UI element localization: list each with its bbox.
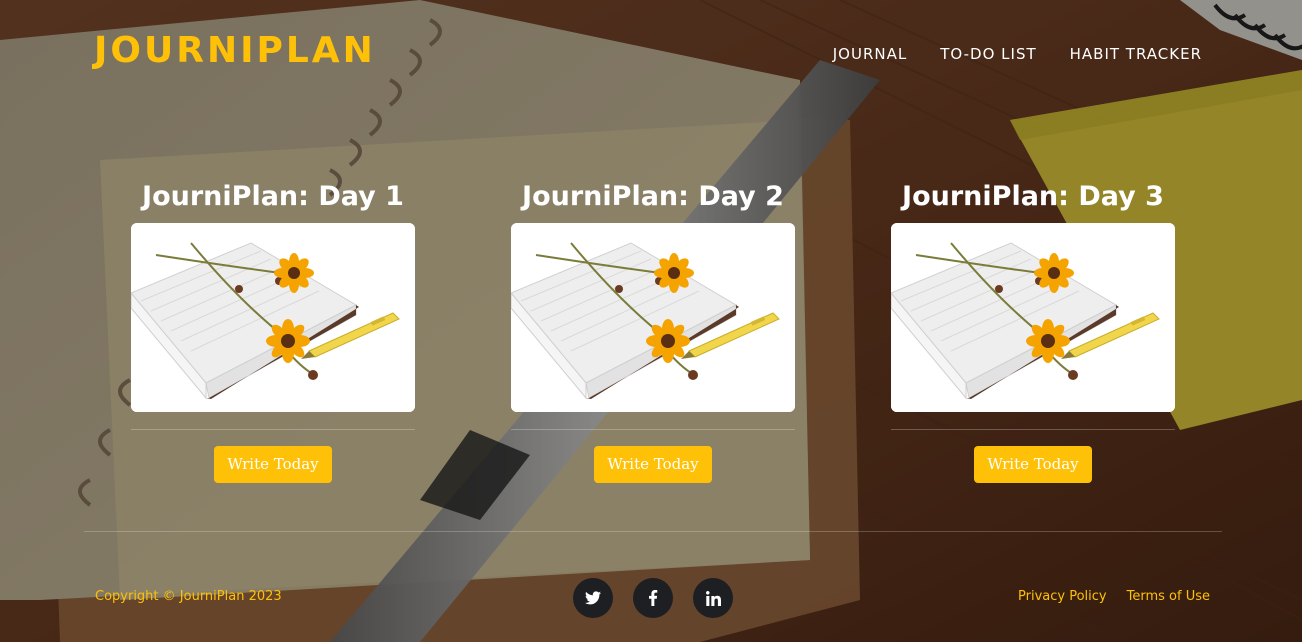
- journal-flowers-image: [131, 223, 415, 412]
- nav-todo-list[interactable]: TO-DO LIST: [940, 44, 1036, 64]
- diary-illustration: [891, 223, 1175, 412]
- card-title: JourniPlan: Day 1: [142, 181, 404, 212]
- card-title: JourniPlan: Day 2: [522, 181, 784, 212]
- journal-card-day-2: JourniPlan: Day 2 Write Today: [511, 180, 795, 483]
- terms-of-use-link[interactable]: Terms of Use: [1127, 588, 1210, 606]
- card-divider: [891, 429, 1175, 430]
- card-title: JourniPlan: Day 3: [902, 181, 1164, 212]
- card-divider: [511, 429, 795, 430]
- diary-illustration: [131, 223, 415, 412]
- journal-card-day-1: JourniPlan: Day 1 Write Today: [131, 180, 415, 483]
- facebook-icon: [649, 590, 658, 606]
- main-nav: JOURNAL TO-DO LIST HABIT TRACKER: [833, 44, 1202, 64]
- card-divider: [131, 429, 415, 430]
- linkedin-link[interactable]: [693, 578, 733, 618]
- footer-links: Privacy Policy Terms of Use: [1018, 588, 1210, 606]
- brand-logo[interactable]: JOURNIPLAN: [94, 28, 376, 74]
- journal-flowers-image: [891, 223, 1175, 412]
- linkedin-icon: [705, 590, 721, 606]
- facebook-link[interactable]: [633, 578, 673, 618]
- social-links: [573, 578, 733, 618]
- write-today-button[interactable]: Write Today: [594, 446, 712, 483]
- nav-journal[interactable]: JOURNAL: [833, 44, 907, 64]
- twitter-link[interactable]: [573, 578, 613, 618]
- write-today-button[interactable]: Write Today: [974, 446, 1092, 483]
- write-today-button[interactable]: Write Today: [214, 446, 332, 483]
- diary-illustration: [511, 223, 795, 412]
- nav-habit-tracker[interactable]: HABIT TRACKER: [1070, 44, 1202, 64]
- privacy-policy-link[interactable]: Privacy Policy: [1018, 588, 1107, 606]
- footer-divider: [84, 531, 1222, 532]
- journal-flowers-image: [511, 223, 795, 412]
- copyright-text: Copyright © JourniPlan 2023: [95, 589, 282, 604]
- journal-card-day-3: JourniPlan: Day 3 Write Today: [891, 180, 1175, 483]
- twitter-icon: [585, 591, 601, 605]
